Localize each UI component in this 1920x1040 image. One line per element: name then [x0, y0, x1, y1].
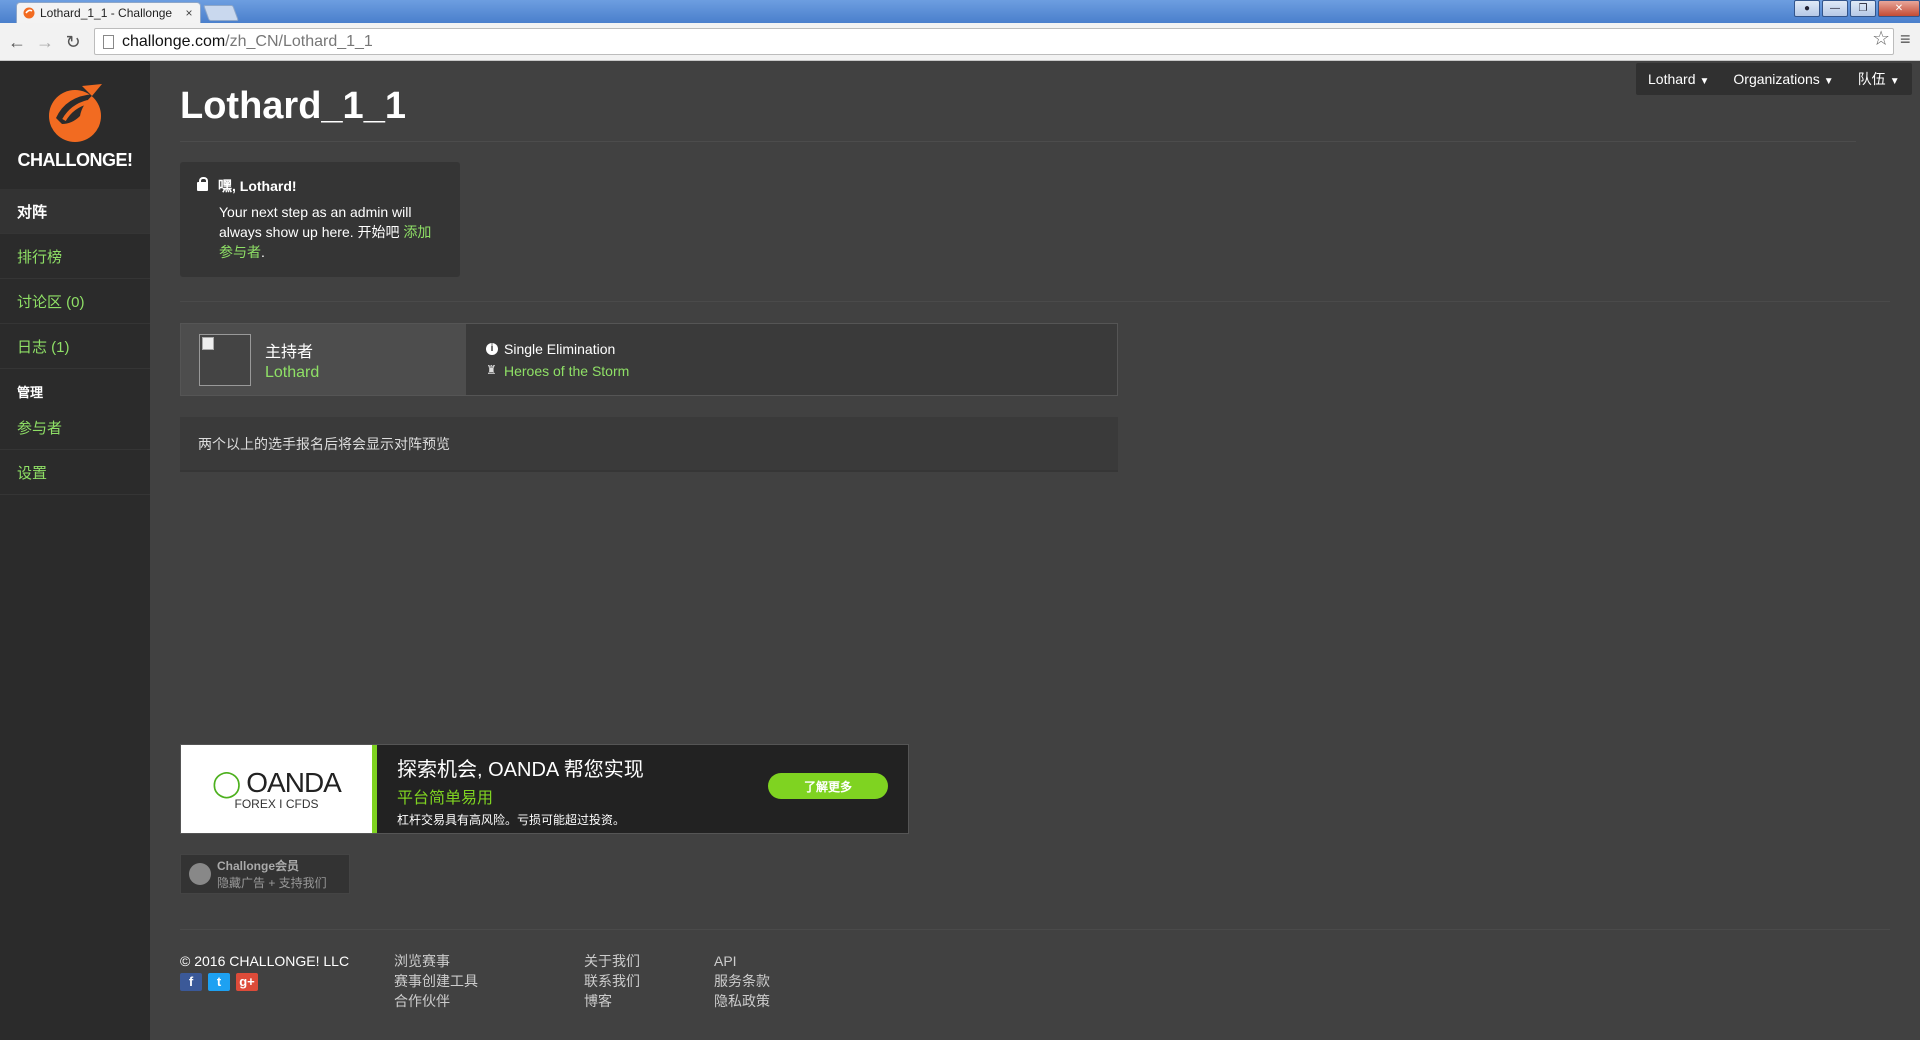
divider [180, 929, 1890, 930]
ad-learn-more-button[interactable]: 了解更多 [768, 773, 888, 799]
sidebar-item-standings[interactable]: 排行榜 [0, 234, 150, 279]
oanda-logo-icon: ◯ [212, 767, 241, 798]
user-menu[interactable]: Lothard ▼ [1636, 71, 1721, 87]
url-host: challonge.com [122, 32, 226, 50]
footer-link[interactable]: 联系我们 [584, 971, 640, 991]
organizations-menu-label: Organizations [1733, 71, 1820, 87]
trophy-icon: ♜ [486, 363, 497, 377]
copyright: © 2016 CHALLONGE! LLC [180, 953, 350, 969]
host-label: 主持者 [265, 343, 314, 361]
footer-links-col2: 关于我们 联系我们 博客 [584, 951, 640, 1011]
browser-tab[interactable]: Lothard_1_1 - Challonge × [16, 2, 201, 23]
browser-titlebar: Lothard_1_1 - Challonge × ● — ❐ ✕ [0, 0, 1920, 23]
forward-arrow-icon[interactable]: → [34, 31, 56, 53]
sidebar-item-discussion[interactable]: 讨论区 (0) [0, 279, 150, 324]
organizations-menu[interactable]: Organizations ▼ [1721, 71, 1845, 87]
note-suffix: . [261, 244, 265, 260]
info-icon: i [486, 342, 498, 355]
divider [180, 141, 1856, 142]
social-links: f t g+ [180, 973, 264, 991]
sidebar-item-log[interactable]: 日志 (1) [0, 324, 150, 369]
browser-toolbar: ← → ↻ challonge.com/zh_CN/Lothard_1_1 ☆ … [0, 23, 1920, 61]
footer-link[interactable]: 浏览赛事 [394, 951, 478, 971]
premium-title: Challonge会员 [217, 859, 300, 873]
note-greeting: 嘿, Lothard! [218, 178, 297, 194]
admin-next-step-note: 嘿, Lothard! Your next step as an admin w… [180, 162, 460, 277]
facebook-icon[interactable]: f [180, 973, 202, 991]
url-path: /zh_CN/Lothard_1_1 [225, 32, 373, 50]
back-arrow-icon[interactable]: ← [6, 31, 28, 53]
caret-down-icon: ▼ [1823, 76, 1834, 87]
google-plus-icon[interactable]: g+ [236, 973, 258, 991]
caret-down-icon: ▼ [1699, 76, 1710, 87]
restore-icon[interactable]: ❐ [1850, 0, 1876, 17]
minimize-icon[interactable]: — [1822, 0, 1848, 17]
footer-link[interactable]: 赛事创建工具 [394, 971, 478, 991]
footer-link[interactable]: API [714, 951, 770, 971]
browser-menu-icon[interactable]: ≡ [1900, 29, 1916, 50]
tab-close-icon[interactable]: × [182, 6, 196, 20]
note-text: Your next step as an admin will always s… [219, 204, 412, 240]
new-tab-button[interactable] [203, 5, 239, 21]
profile-icon[interactable]: ● [1794, 0, 1820, 17]
reload-icon[interactable]: ↻ [62, 31, 84, 53]
tab-title: Lothard_1_1 - Challonge [40, 6, 173, 20]
game-link[interactable]: Heroes of the Storm [504, 360, 629, 382]
ad-brand-sub: FOREX I CFDS [234, 797, 319, 811]
logo-text: CHALLONGE! [17, 149, 134, 170]
caret-down-icon: ▼ [1889, 76, 1900, 87]
footer-link[interactable]: 博客 [584, 991, 640, 1011]
host-section: 主持者 Lothard [181, 324, 466, 395]
footer-link[interactable]: 关于我们 [584, 951, 640, 971]
teams-menu[interactable]: 队伍 ▼ [1846, 69, 1912, 89]
tournament-meta: i Single Elimination ♜ Heroes of the Sto… [466, 324, 1117, 395]
page-title: Lothard_1_1 [180, 85, 406, 127]
sidebar-item-bracket[interactable]: 对阵 [0, 189, 150, 234]
footer-link[interactable]: 服务条款 [714, 971, 770, 991]
top-nav-menu: Lothard ▼ Organizations ▼ 队伍 ▼ [1636, 63, 1912, 95]
host-avatar[interactable] [199, 333, 251, 386]
host-name-link[interactable]: Lothard [265, 364, 319, 382]
sidebar: CHALLONGE! 对阵 排行榜 讨论区 (0) 日志 (1) 管理 参与者 … [0, 61, 150, 1040]
challonge-premium-icon [189, 863, 211, 885]
address-bar[interactable]: challonge.com/zh_CN/Lothard_1_1 [94, 28, 1894, 55]
premium-subtitle: 隐藏广告 + 支持我们 [217, 876, 327, 890]
challonge-logo[interactable]: CHALLONGE! [0, 61, 150, 189]
teams-menu-label: 队伍 [1857, 71, 1886, 87]
ad-brand: OANDA [246, 767, 342, 798]
page-icon [103, 34, 114, 49]
twitter-icon[interactable]: t [208, 973, 230, 991]
advertisement-banner[interactable]: ◯ OANDA FOREX I CFDS 探索机会, OANDA 帮您实现 平台简… [180, 744, 909, 834]
bracket-preview-message: 两个以上的选手报名后将会显示对阵预览 [180, 417, 1118, 472]
divider [180, 301, 1890, 302]
ad-logo: ◯ OANDA FOREX I CFDS [181, 745, 377, 833]
tournament-format: Single Elimination [504, 340, 616, 357]
bookmark-star-icon[interactable]: ☆ [1872, 26, 1890, 51]
sidebar-item-participants[interactable]: 参与者 [0, 405, 150, 450]
premium-badge[interactable]: Challonge会员 隐藏广告 + 支持我们 [180, 854, 350, 894]
ad-disclaimer: 杠杆交易具有高风险。亏损可能超过投资。 [397, 813, 626, 827]
footer-link[interactable]: 隐私政策 [714, 991, 770, 1011]
challonge-logo-icon [49, 83, 102, 142]
tournament-info-panel: 主持者 Lothard i Single Elimination ♜ Heroe… [180, 323, 1118, 396]
page-content: CHALLONGE! 对阵 排行榜 讨论区 (0) 日志 (1) 管理 参与者 … [0, 61, 1920, 1040]
footer-link[interactable]: 合作伙伴 [394, 991, 478, 1011]
sidebar-admin-header: 管理 [17, 385, 44, 400]
lock-icon [197, 176, 208, 191]
footer-links-col3: API 服务条款 隐私政策 [714, 951, 770, 1011]
window-close-icon[interactable]: ✕ [1878, 0, 1920, 17]
user-menu-label: Lothard [1648, 71, 1696, 87]
sidebar-item-settings[interactable]: 设置 [0, 450, 150, 495]
footer-links-col1: 浏览赛事 赛事创建工具 合作伙伴 [394, 951, 478, 1011]
challonge-favicon-icon [23, 7, 35, 19]
